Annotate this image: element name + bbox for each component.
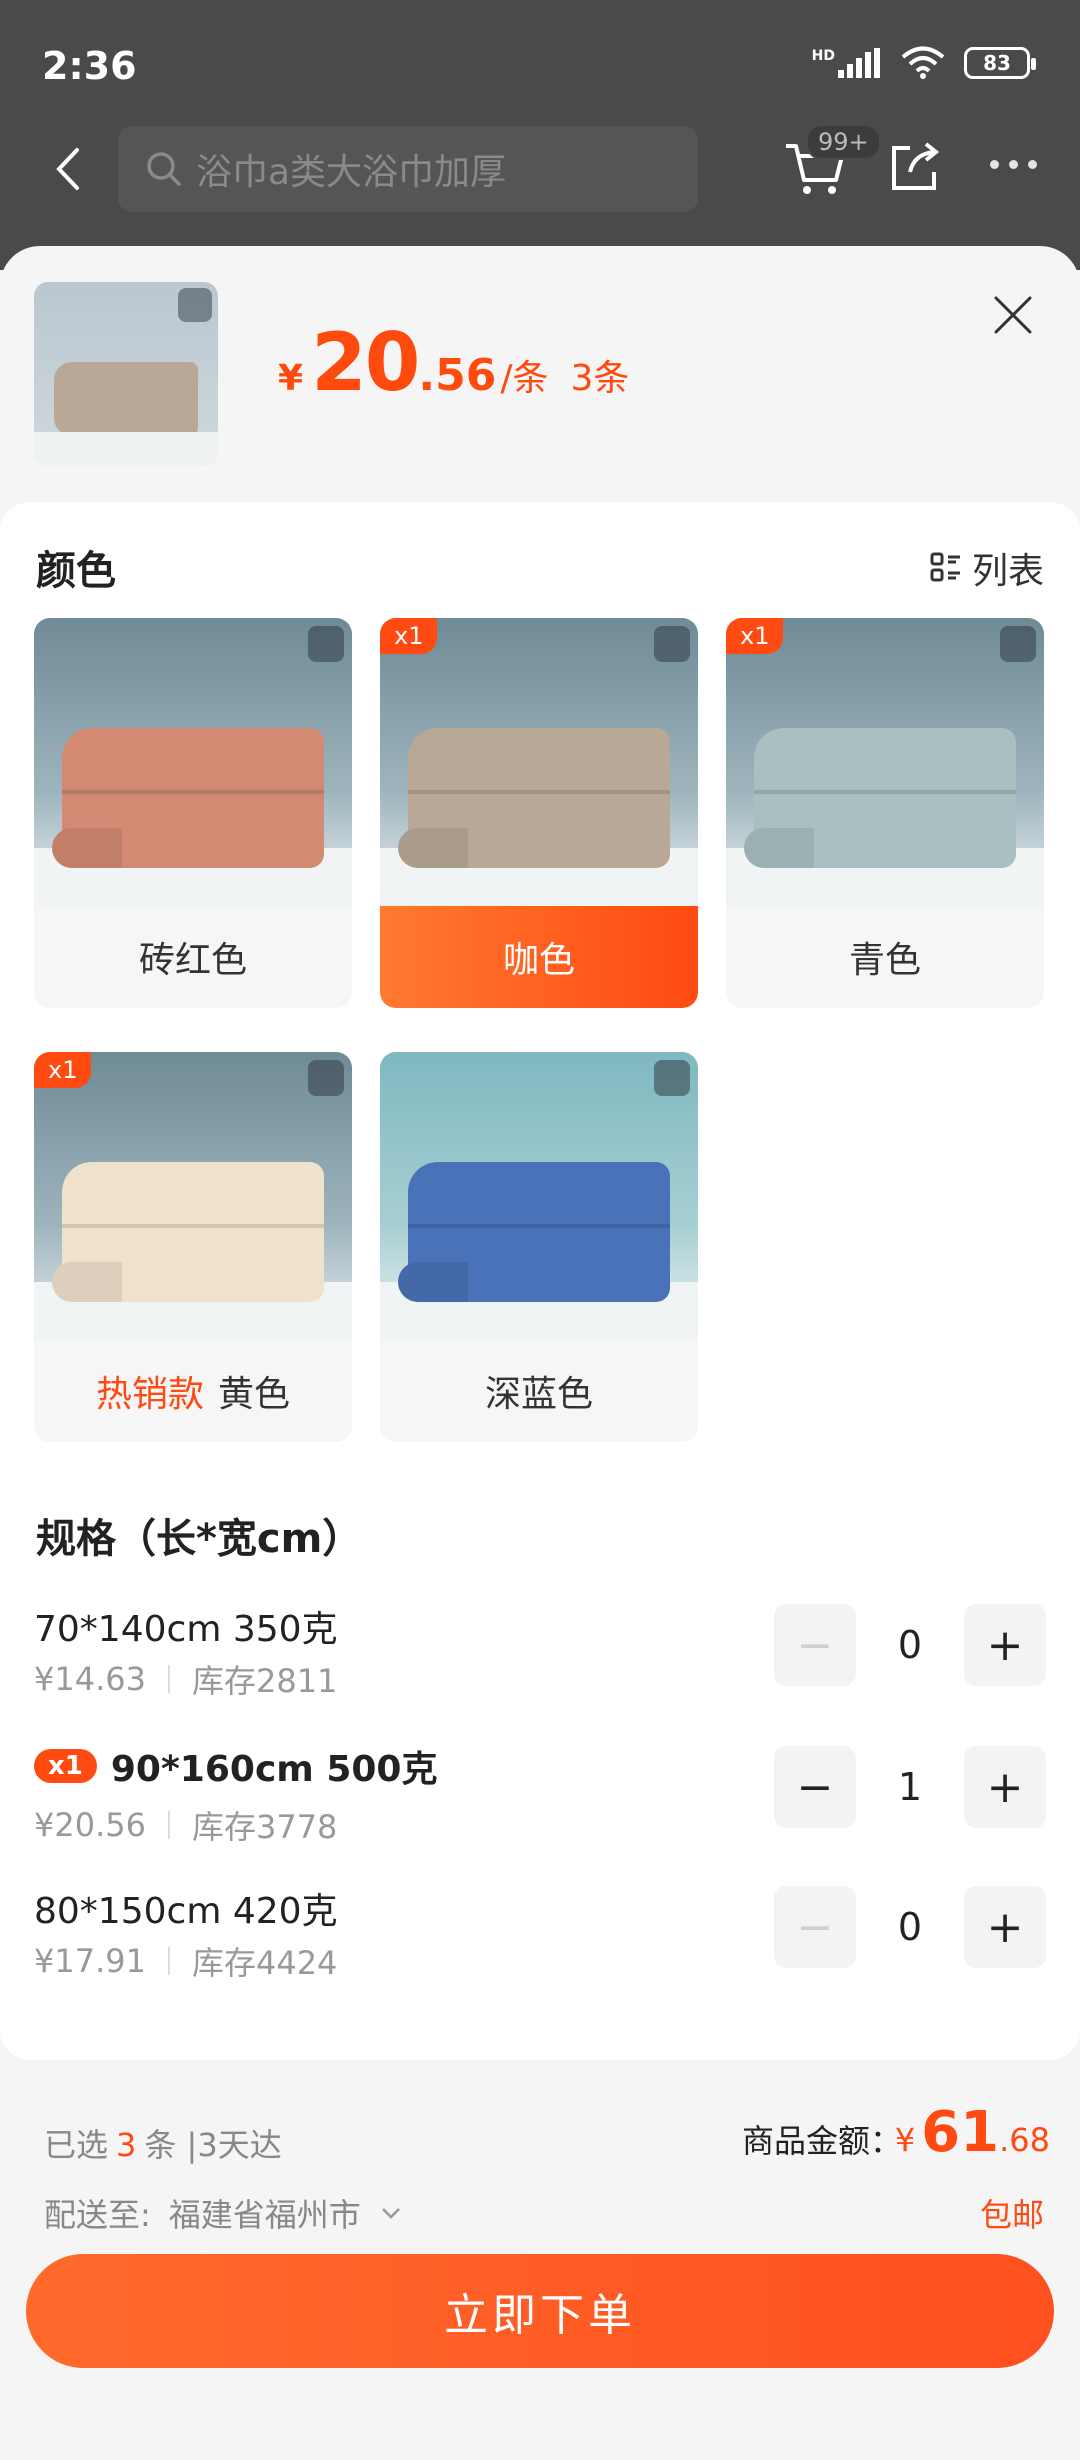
quantity-stepper: − 0 + (774, 1886, 1046, 1968)
color-option-label: 砖红色 (138, 940, 247, 981)
color-option-card-selected[interactable]: x1 咖色 (380, 618, 698, 1008)
spec-name: 80*150cm 420克 (34, 1891, 338, 1932)
delivery-address-selector[interactable]: 配送至: 福建省福州市 (44, 2190, 403, 2236)
product-thumbnail[interactable] (34, 282, 218, 466)
wifi-icon (901, 46, 945, 79)
quantity-value[interactable]: 1 (856, 1765, 964, 1809)
spec-price: ¥17.91 (34, 1942, 146, 1980)
spec-row: 80*150cm 420克 ¥17.91 库存4424 − 0 + (34, 1882, 1046, 1992)
free-shipping-label: 包邮 (979, 2196, 1044, 2234)
color-option-image (34, 618, 352, 906)
options-panel: 颜色 列表 砖红色 x1 咖色 x1 青色 x1 热销款 黄色 深蓝色 规格（长… (0, 502, 1080, 2060)
quantity-stepper: − 0 + (774, 1604, 1046, 1686)
expand-icon[interactable] (178, 288, 212, 322)
spec-row: 70*140cm 350克 ¥14.63 库存2811 − 0 + (34, 1600, 1046, 1710)
search-input[interactable]: 浴巾a类大浴巾加厚 (118, 126, 698, 212)
color-option-image (726, 618, 1044, 906)
color-option-card[interactable]: 砖红色 (34, 618, 352, 1008)
place-order-button[interactable]: 立即下单 (26, 2254, 1054, 2368)
more-menu-icon[interactable] (990, 160, 1037, 169)
sku-selector-sheet: ¥ 20 .56 /条 3条 颜色 列表 砖红色 x1 咖色 x1 青色 x1 … (0, 246, 1080, 2460)
spec-section-title: 规格（长*宽cm） (36, 1516, 363, 1562)
expand-icon[interactable] (308, 1060, 344, 1096)
quantity-value[interactable]: 0 (856, 1623, 964, 1667)
color-option-card[interactable]: 深蓝色 (380, 1052, 698, 1442)
total-amount: ¥ 61 .68 (894, 2100, 1050, 2165)
chevron-down-icon (381, 2208, 400, 2219)
sheet-header: ¥ 20 .56 /条 3条 (0, 246, 1080, 502)
order-footer: 已选 3 条 |3天达 商品金额： ¥ 61 .68 配送至: 福建省福州市 包邮 … (0, 2078, 1080, 2460)
increment-button[interactable]: + (964, 1746, 1046, 1828)
selected-count-badge: x1 (34, 1749, 97, 1783)
status-time: 2:36 (42, 44, 137, 88)
search-icon (147, 152, 181, 186)
color-option-card[interactable]: x1 青色 (726, 618, 1044, 1008)
top-navbar: 浴巾a类大浴巾加厚 99+ (0, 120, 1080, 220)
currency-symbol: ¥ (278, 358, 304, 399)
spec-details: ¥17.91 库存4424 (34, 1938, 337, 1984)
back-arrow-icon[interactable] (45, 144, 95, 194)
status-bar: 2:36 HD 83 (0, 0, 1080, 120)
ship-label: 配送至: (44, 2196, 151, 2234)
expand-icon[interactable] (654, 626, 690, 662)
expand-icon[interactable] (654, 1060, 690, 1096)
expand-icon[interactable] (1000, 626, 1036, 662)
selected-count: 3 (116, 2126, 137, 2164)
ship-address: 福建省福州市 (168, 2196, 361, 2234)
spec-name: x1 90*160cm 500克 (34, 1740, 437, 1792)
color-option-image (380, 1052, 698, 1340)
spec-details: ¥20.56 库存3778 (34, 1802, 337, 1848)
amount-label: 商品金额： (741, 2122, 902, 2160)
list-view-label: 列表 (971, 551, 1044, 592)
spec-stock: 库存2811 (191, 1662, 338, 1700)
search-placeholder: 浴巾a类大浴巾加厚 (196, 152, 507, 193)
decrement-button[interactable]: − (774, 1604, 856, 1686)
list-view-icon (930, 552, 960, 582)
spec-price: ¥14.63 (34, 1660, 146, 1698)
color-option-label: 深蓝色 (484, 1374, 593, 1415)
close-icon[interactable] (992, 294, 1034, 336)
quantity-stepper: − 1 + (774, 1746, 1046, 1828)
price-decimal: .56 (418, 350, 497, 401)
signal-icon: HD (812, 48, 882, 78)
spec-row: x1 90*160cm 500克 ¥20.56 库存3778 − 1 + (34, 1740, 1046, 1850)
color-option-label: 热销款 黄色 (34, 1340, 352, 1442)
quantity-value[interactable]: 0 (856, 1905, 964, 1949)
selection-summary: 已选 3 条 |3天达 (44, 2126, 282, 2164)
color-option-image (34, 1052, 352, 1340)
selected-count-badge: x1 (726, 618, 784, 654)
price-unit: /条 (500, 358, 549, 399)
selected-count-badge: x1 (34, 1052, 92, 1088)
spec-name: 70*140cm 350克 (34, 1609, 338, 1650)
color-section-title: 颜色 (36, 548, 116, 594)
spec-price: ¥20.56 (34, 1806, 146, 1844)
share-icon[interactable] (886, 140, 942, 196)
spec-details: ¥14.63 库存2811 (34, 1656, 337, 1702)
color-option-label: 青色 (848, 940, 921, 981)
color-option-label: 咖色 (380, 906, 698, 1008)
decrement-button[interactable]: − (774, 1746, 856, 1828)
increment-button[interactable]: + (964, 1886, 1046, 1968)
network-type-label: HD (811, 48, 835, 64)
expand-icon[interactable] (308, 626, 344, 662)
hot-sale-tag: 热销款 (95, 1374, 204, 1415)
decrement-button[interactable]: − (774, 1886, 856, 1968)
selected-count-badge: x1 (380, 618, 438, 654)
selected-quantity: 3条 (570, 358, 630, 399)
color-option-card[interactable]: x1 热销款 黄色 (34, 1052, 352, 1442)
cart-count-badge: 99+ (806, 124, 881, 160)
price-integer: 20 (311, 316, 420, 409)
spec-stock: 库存4424 (191, 1944, 338, 1982)
status-icons: HD 83 (812, 46, 1036, 80)
increment-button[interactable]: + (964, 1604, 1046, 1686)
battery-indicator: 83 (964, 47, 1036, 79)
color-option-image (380, 618, 698, 906)
unit-price: ¥ 20 .56 /条 3条 (278, 316, 629, 409)
spec-stock: 库存3778 (191, 1808, 338, 1846)
list-view-toggle[interactable]: 列表 (930, 542, 1044, 594)
